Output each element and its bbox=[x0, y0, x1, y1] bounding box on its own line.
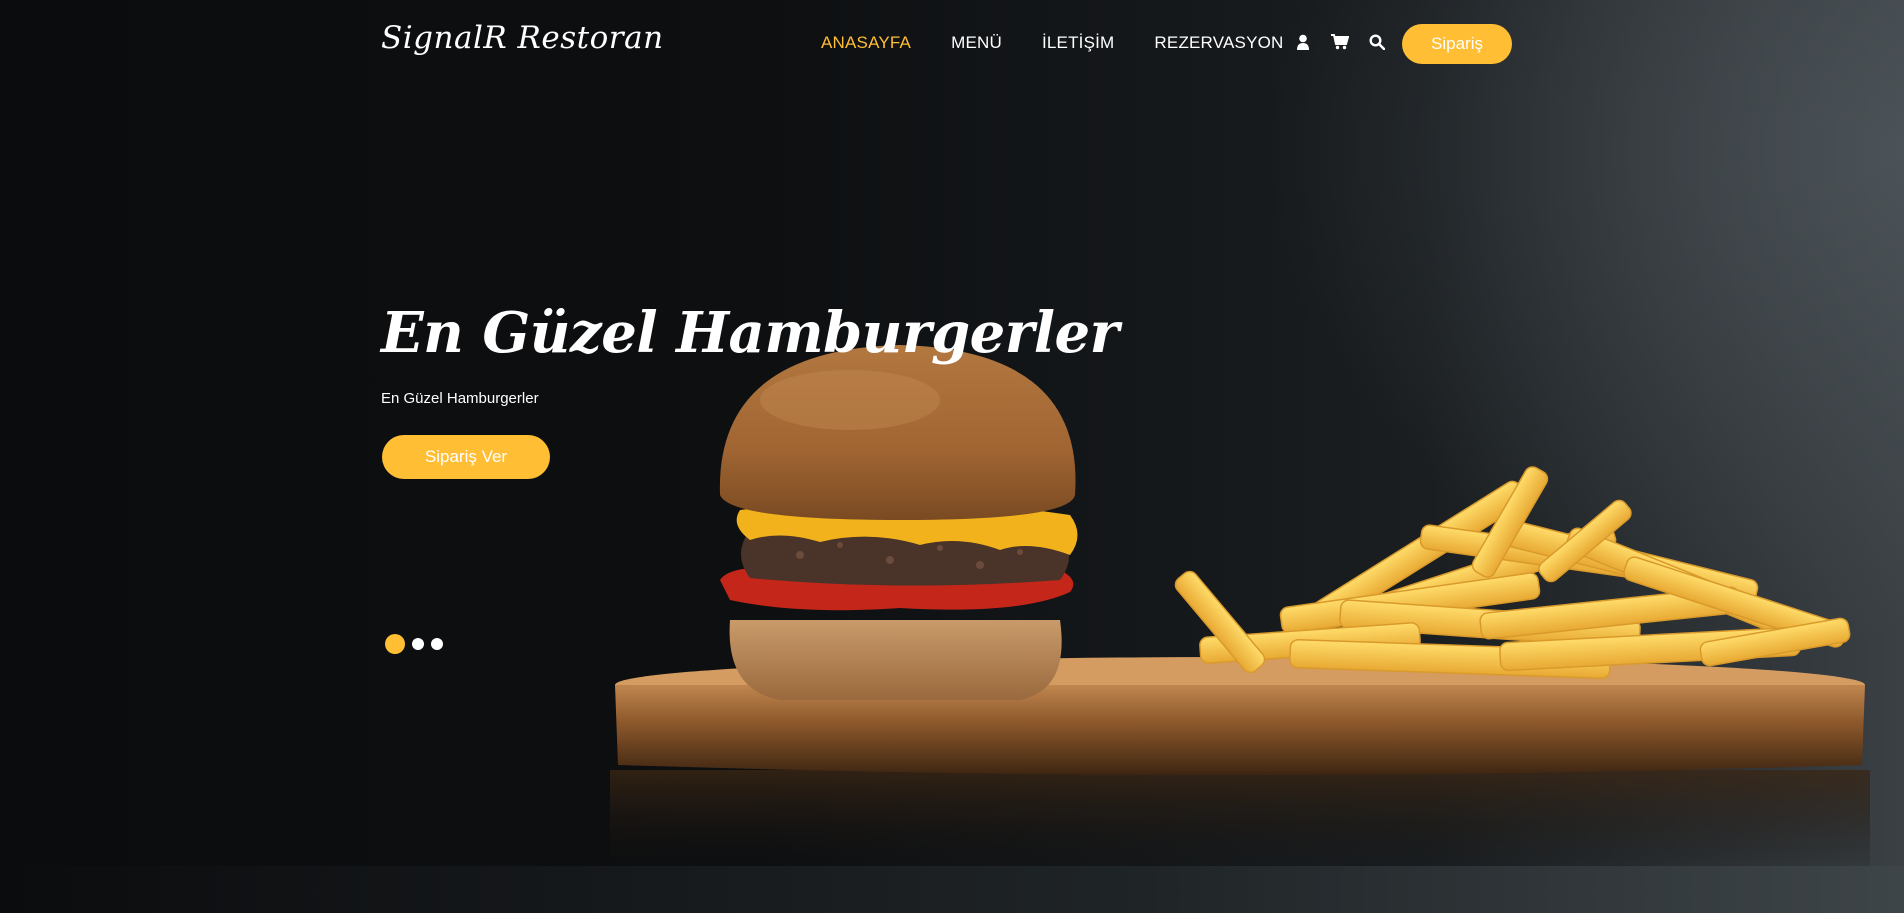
search-icon[interactable] bbox=[1368, 33, 1386, 51]
order-now-button[interactable]: Sipariş Ver bbox=[382, 435, 550, 479]
header-icons bbox=[1294, 33, 1386, 51]
nav-item-menu[interactable]: MENÜ bbox=[951, 33, 1002, 53]
hero-section: SignalR Restoran ANASAYFA MENÜ İLETİŞİM … bbox=[0, 0, 1904, 913]
brand-logo[interactable]: SignalR Restoran bbox=[381, 20, 664, 56]
carousel-dot-2[interactable] bbox=[412, 638, 424, 650]
user-icon[interactable] bbox=[1294, 33, 1312, 51]
hero-title: En Güzel Hamburgerler bbox=[381, 300, 1119, 366]
carousel-indicators bbox=[385, 634, 443, 654]
order-button[interactable]: Sipariş bbox=[1402, 24, 1512, 64]
nav-item-contact[interactable]: İLETİŞİM bbox=[1042, 33, 1114, 53]
main-nav: ANASAYFA MENÜ İLETİŞİM REZERVASYON bbox=[821, 33, 1284, 53]
carousel-dot-1[interactable] bbox=[385, 634, 405, 654]
carousel-dot-3[interactable] bbox=[431, 638, 443, 650]
burger-fries-image bbox=[610, 345, 1870, 870]
nav-item-reservation[interactable]: REZERVASYON bbox=[1154, 33, 1283, 53]
hero-subtitle: En Güzel Hamburgerler bbox=[381, 390, 539, 407]
nav-item-home[interactable]: ANASAYFA bbox=[821, 33, 911, 53]
page-bottom-strip bbox=[0, 866, 1904, 913]
cart-icon[interactable] bbox=[1331, 33, 1349, 51]
